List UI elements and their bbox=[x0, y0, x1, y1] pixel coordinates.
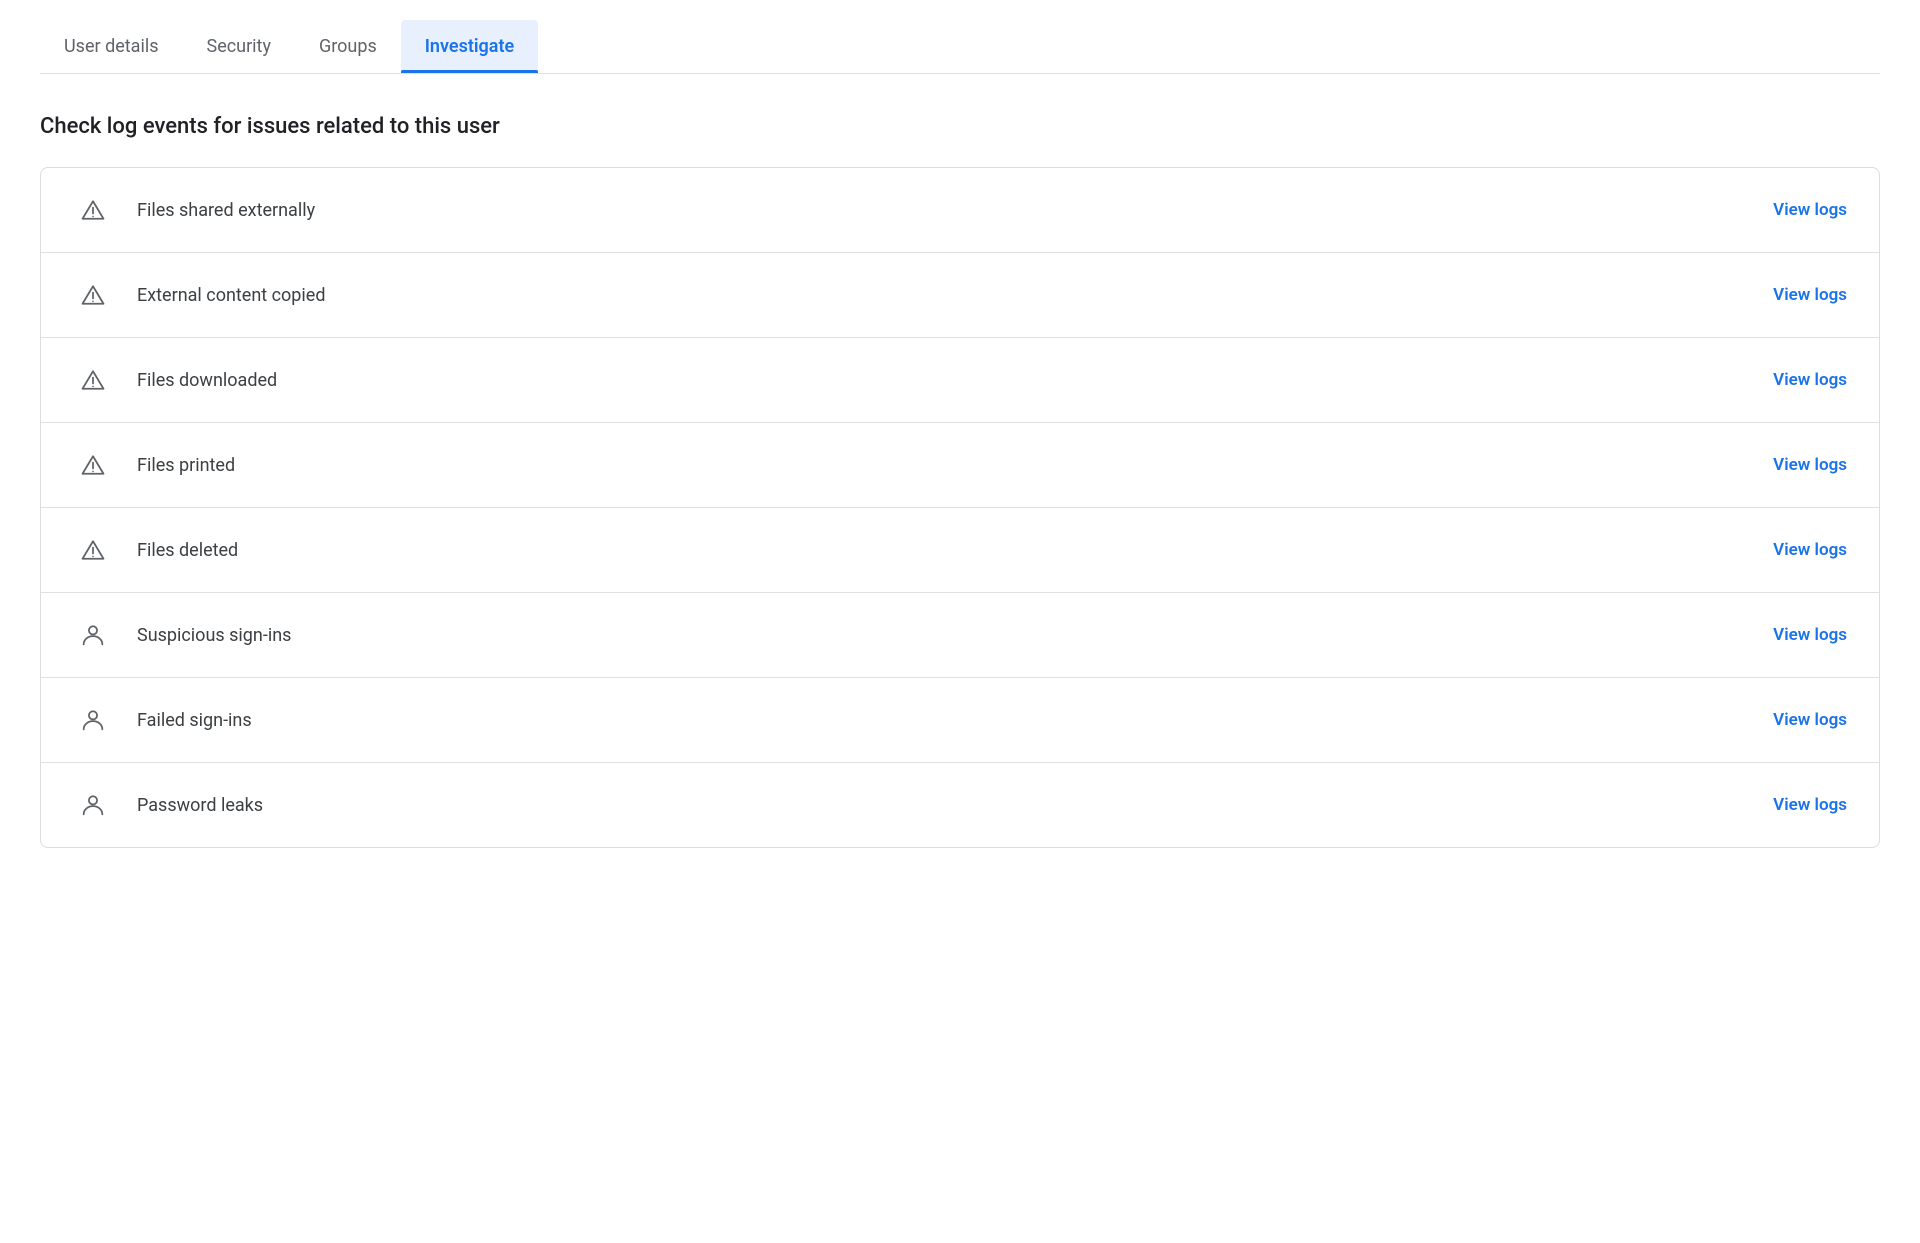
tabs-bar: User detailsSecurityGroupsInvestigate bbox=[40, 20, 1880, 74]
warning-triangle-icon-files-downloaded bbox=[73, 360, 113, 400]
log-label-password-leaks: Password leaks bbox=[137, 795, 1773, 816]
view-logs-files-downloaded[interactable]: View logs bbox=[1773, 370, 1847, 390]
section-title: Check log events for issues related to t… bbox=[40, 114, 1880, 139]
tab-security[interactable]: Security bbox=[183, 20, 295, 73]
log-label-external-content-copied: External content copied bbox=[137, 285, 1773, 306]
log-label-files-shared-externally: Files shared externally bbox=[137, 200, 1773, 221]
log-item-external-content-copied: External content copiedView logs bbox=[41, 253, 1879, 338]
log-item-files-shared-externally: Files shared externallyView logs bbox=[41, 168, 1879, 253]
log-label-files-downloaded: Files downloaded bbox=[137, 370, 1773, 391]
warning-triangle-icon-external-content-copied bbox=[73, 275, 113, 315]
page-content: Check log events for issues related to t… bbox=[40, 74, 1880, 888]
view-logs-suspicious-sign-ins[interactable]: View logs bbox=[1773, 625, 1847, 645]
view-logs-external-content-copied[interactable]: View logs bbox=[1773, 285, 1847, 305]
log-item-files-deleted: Files deletedView logs bbox=[41, 508, 1879, 593]
log-item-files-printed: Files printedView logs bbox=[41, 423, 1879, 508]
view-logs-files-printed[interactable]: View logs bbox=[1773, 455, 1847, 475]
log-item-password-leaks: Password leaksView logs bbox=[41, 763, 1879, 847]
tab-groups[interactable]: Groups bbox=[295, 20, 401, 73]
log-item-suspicious-sign-ins: Suspicious sign-insView logs bbox=[41, 593, 1879, 678]
log-label-files-printed: Files printed bbox=[137, 455, 1773, 476]
log-item-files-downloaded: Files downloadedView logs bbox=[41, 338, 1879, 423]
warning-triangle-icon-files-shared-externally bbox=[73, 190, 113, 230]
person-icon-suspicious-sign-ins bbox=[73, 615, 113, 655]
warning-triangle-icon-files-deleted bbox=[73, 530, 113, 570]
log-label-files-deleted: Files deleted bbox=[137, 540, 1773, 561]
view-logs-files-shared-externally[interactable]: View logs bbox=[1773, 200, 1847, 220]
log-list: Files shared externallyView logs Externa… bbox=[40, 167, 1880, 848]
log-label-suspicious-sign-ins: Suspicious sign-ins bbox=[137, 625, 1773, 646]
view-logs-password-leaks[interactable]: View logs bbox=[1773, 795, 1847, 815]
person-icon-failed-sign-ins bbox=[73, 700, 113, 740]
person-icon-password-leaks bbox=[73, 785, 113, 825]
tab-user-details[interactable]: User details bbox=[40, 20, 183, 73]
view-logs-files-deleted[interactable]: View logs bbox=[1773, 540, 1847, 560]
tab-investigate[interactable]: Investigate bbox=[401, 20, 538, 73]
log-item-failed-sign-ins: Failed sign-insView logs bbox=[41, 678, 1879, 763]
log-label-failed-sign-ins: Failed sign-ins bbox=[137, 710, 1773, 731]
warning-triangle-icon-files-printed bbox=[73, 445, 113, 485]
view-logs-failed-sign-ins[interactable]: View logs bbox=[1773, 710, 1847, 730]
